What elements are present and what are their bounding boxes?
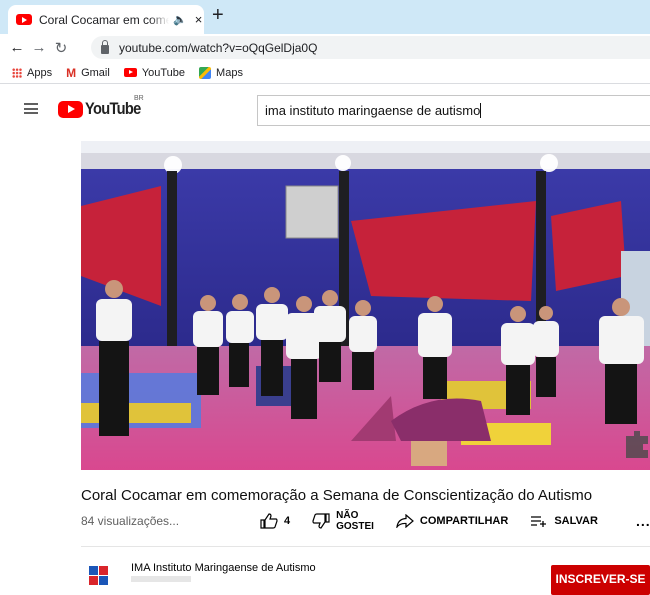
close-tab-icon[interactable]: × <box>195 12 203 27</box>
more-actions-button[interactable]: ... <box>636 513 650 529</box>
thumbs-down-icon <box>312 513 330 529</box>
bookmarks-bar: Apps M Gmail YouTube Maps <box>0 62 650 84</box>
url-text: youtube.com/watch?v=oQqGelDja0Q <box>119 40 318 55</box>
bookmark-youtube[interactable]: YouTube <box>123 66 186 79</box>
divider <box>81 546 650 547</box>
bookmark-label: Gmail <box>81 66 110 79</box>
forward-arrow-icon[interactable]: → <box>28 39 50 56</box>
search-query: ima instituto maringaense de autismo <box>265 103 481 118</box>
lock-icon[interactable] <box>101 39 109 54</box>
browser-tab[interactable]: Coral Cocamar em comemoração 🔈 × <box>8 5 204 34</box>
browser-toolbar: ← → ↻ youtube.com/watch?v=oQqGelDja0Q <box>0 34 650 61</box>
text-caret <box>480 103 482 118</box>
address-bar[interactable]: youtube.com/watch?v=oQqGelDja0Q <box>91 36 650 59</box>
dislike-button[interactable]: NÃO GOSTEI <box>312 510 374 532</box>
bookmark-label: YouTube <box>141 66 186 79</box>
video-actions: 4 NÃO GOSTEI COMPARTILHAR SALVAR <box>260 508 620 534</box>
back-arrow-icon[interactable]: ← <box>6 39 28 56</box>
video-frame <box>81 141 650 470</box>
menu-icon[interactable] <box>24 103 38 114</box>
share-arrow-icon <box>396 514 414 528</box>
gmail-icon: M <box>66 65 77 80</box>
dislike-label: NÃO GOSTEI <box>336 510 374 532</box>
subscribe-button[interactable]: INSCREVER-SE <box>551 565 650 595</box>
bookmark-label: Maps <box>216 66 243 79</box>
youtube-masthead: YouTube BR ima instituto maringaense de … <box>0 85 650 135</box>
share-label: COMPARTILHAR <box>419 515 509 527</box>
playlist-add-icon <box>531 516 547 527</box>
bookmark-apps[interactable]: Apps <box>12 67 52 79</box>
browser-tabstrip: Coral Cocamar em comemoração 🔈 × + <box>0 0 650 34</box>
youtube-favicon-icon <box>16 14 32 25</box>
channel-avatar[interactable] <box>84 561 114 591</box>
youtube-logo[interactable]: YouTube <box>58 99 150 119</box>
dislike-label-line2: GOSTEI <box>336 521 374 532</box>
video-title: Coral Cocamar em comemoração a Semana de… <box>81 487 593 504</box>
view-count[interactable]: 84 visualizações... <box>81 514 179 528</box>
maps-icon <box>199 66 212 79</box>
bookmark-maps[interactable]: Maps <box>199 66 243 79</box>
youtube-logo-text: YouTube <box>85 99 141 118</box>
new-tab-button[interactable]: + <box>212 4 224 27</box>
dislike-label-line1: NÃO <box>336 510 359 521</box>
search-input[interactable]: ima instituto maringaense de autismo <box>257 95 650 126</box>
apps-grid-icon <box>12 67 22 78</box>
puzzle-logo-icon <box>89 566 108 585</box>
channel-name[interactable]: IMA Instituto Maringaense de Autismo <box>131 562 316 574</box>
save-button[interactable]: SALVAR <box>530 514 598 528</box>
reload-icon[interactable]: ↻ <box>50 39 72 57</box>
bookmark-gmail[interactable]: M Gmail <box>66 66 110 80</box>
bookmark-label: Apps <box>27 66 53 79</box>
like-button[interactable]: 4 <box>260 513 290 529</box>
thumbs-up-icon <box>260 513 278 529</box>
speaker-icon[interactable]: 🔈 <box>173 13 187 26</box>
youtube-logo-icon <box>58 100 83 118</box>
like-count: 4 <box>284 515 291 527</box>
country-code: BR <box>134 95 144 102</box>
subscriber-count-placeholder <box>131 576 191 582</box>
share-button[interactable]: COMPARTILHAR <box>396 514 508 528</box>
save-label: SALVAR <box>554 515 598 527</box>
tab-title: Coral Cocamar em comemoração <box>39 12 169 27</box>
youtube-icon <box>123 68 137 77</box>
video-player[interactable] <box>81 141 650 470</box>
